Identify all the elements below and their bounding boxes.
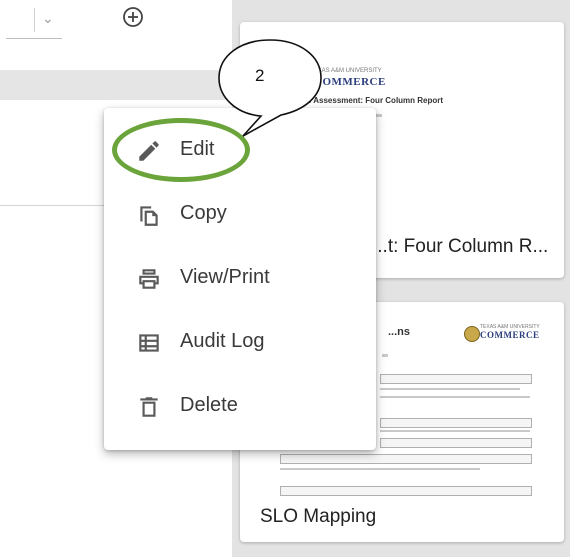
chevron-down-icon[interactable]: ⌄: [42, 10, 54, 27]
thumb-line: [280, 468, 480, 470]
thumb-line: [380, 396, 530, 398]
menu-item-label: Copy: [180, 202, 227, 224]
dropdown-separator: [34, 8, 35, 32]
thumb-row: [380, 418, 532, 428]
thumb-heading: ...ns: [388, 326, 411, 338]
thumb-line: [380, 388, 520, 390]
menu-item-audit-log[interactable]: Audit Log: [104, 312, 376, 372]
menu-item-copy[interactable]: Copy: [104, 184, 376, 244]
plus-circle-icon[interactable]: [122, 6, 144, 28]
thumb-row: [280, 454, 532, 464]
thumb-logo: COMMERCE: [480, 330, 540, 340]
thumb-seal: [464, 326, 480, 342]
trash-icon: [140, 397, 158, 417]
menu-item-view-print[interactable]: View/Print: [104, 248, 376, 308]
thumb-row: [380, 374, 532, 384]
thumb-line: [382, 354, 388, 357]
copy-icon: [140, 206, 158, 226]
left-toolbar: ⌄: [0, 0, 232, 70]
thumb-row: [280, 486, 532, 496]
card-title: ...t: Four Column R...: [372, 236, 549, 257]
callout-number: 2: [255, 66, 265, 85]
left-list-row-selected[interactable]: [0, 70, 232, 100]
dropdown-underline: [6, 38, 62, 39]
printer-icon: [139, 269, 159, 289]
list-icon: [139, 334, 159, 352]
left-divider: [0, 205, 120, 206]
menu-item-label: Delete: [180, 394, 238, 416]
menu-item-label: View/Print: [180, 266, 270, 288]
card-title: SLO Mapping: [260, 506, 377, 527]
callout-bubble: [218, 39, 322, 137]
menu-item-delete[interactable]: Delete: [104, 376, 376, 436]
menu-item-label: Audit Log: [180, 330, 265, 352]
thumb-row: [380, 438, 532, 448]
thumb-line: [380, 430, 530, 432]
